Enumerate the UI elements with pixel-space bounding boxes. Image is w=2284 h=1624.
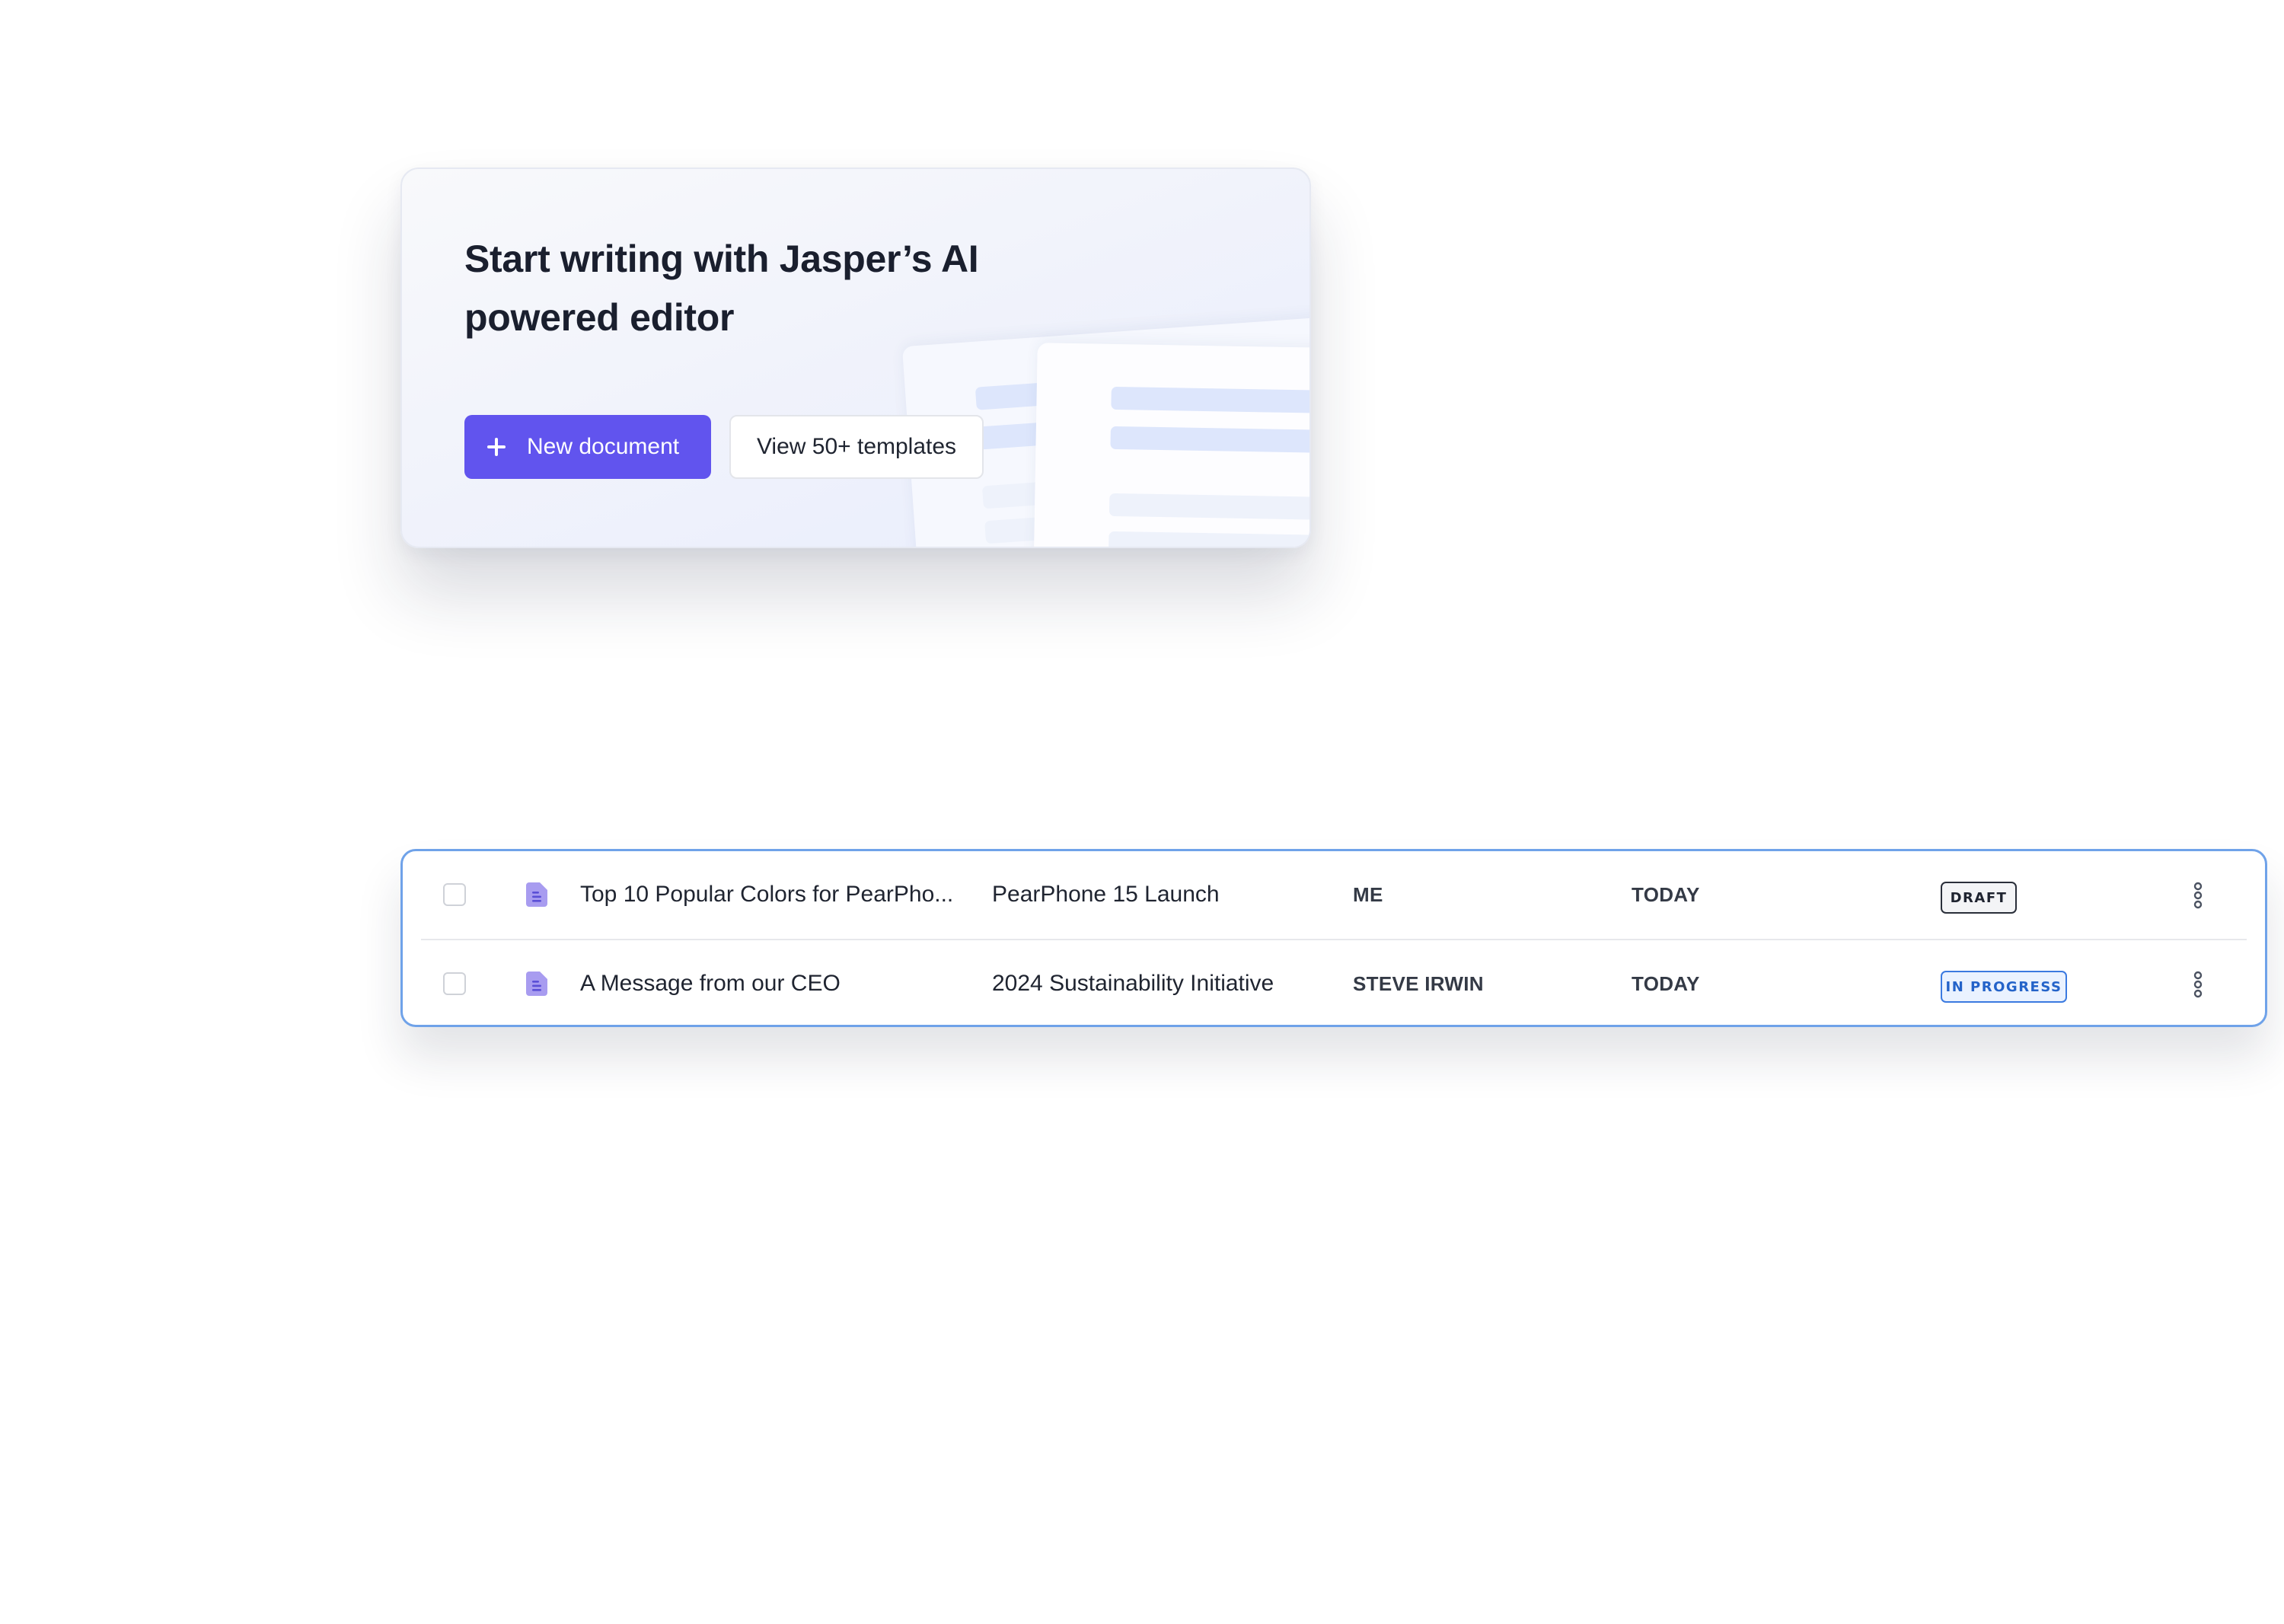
project-name: 2024 Sustainability Initiative xyxy=(992,971,1274,996)
table-row[interactable]: A Message from our CEO 2024 Sustainabili… xyxy=(403,940,2265,1027)
document-title[interactable]: Top 10 Popular Colors for PearPho... xyxy=(580,851,976,938)
document-date: TODAY xyxy=(1632,972,1700,995)
document-icon xyxy=(526,882,547,907)
plus-icon xyxy=(487,438,506,456)
table-row[interactable]: Top 10 Popular Colors for PearPho... Pea… xyxy=(403,851,2265,938)
documents-table: Top 10 Popular Colors for PearPho... Pea… xyxy=(400,849,2267,1027)
document-owner: STEVE IRWIN xyxy=(1353,972,1484,995)
new-document-button[interactable]: New document xyxy=(464,415,711,479)
project-name: PearPhone 15 Launch xyxy=(992,882,1220,907)
document-owner: ME xyxy=(1353,882,1383,906)
status-badge: IN PROGRESS xyxy=(1941,971,2067,1003)
document-date: TODAY xyxy=(1632,882,1700,906)
row-checkbox[interactable] xyxy=(443,972,466,995)
more-options-icon[interactable] xyxy=(2190,880,2206,911)
hero-card: Start writing with Jasper’s AI powered e… xyxy=(400,168,1311,548)
new-document-label: New document xyxy=(527,434,680,459)
decorative-sheet-front xyxy=(1033,343,1309,547)
document-title[interactable]: A Message from our CEO xyxy=(580,940,976,1027)
row-checkbox[interactable] xyxy=(443,883,466,906)
view-templates-button[interactable]: View 50+ templates xyxy=(729,415,984,479)
more-options-icon[interactable] xyxy=(2190,969,2206,1000)
hero-title: Start writing with Jasper’s AI powered e… xyxy=(464,238,979,339)
status-badge: DRAFT xyxy=(1941,882,2017,914)
view-templates-label: View 50+ templates xyxy=(756,434,957,459)
document-icon xyxy=(526,972,547,996)
